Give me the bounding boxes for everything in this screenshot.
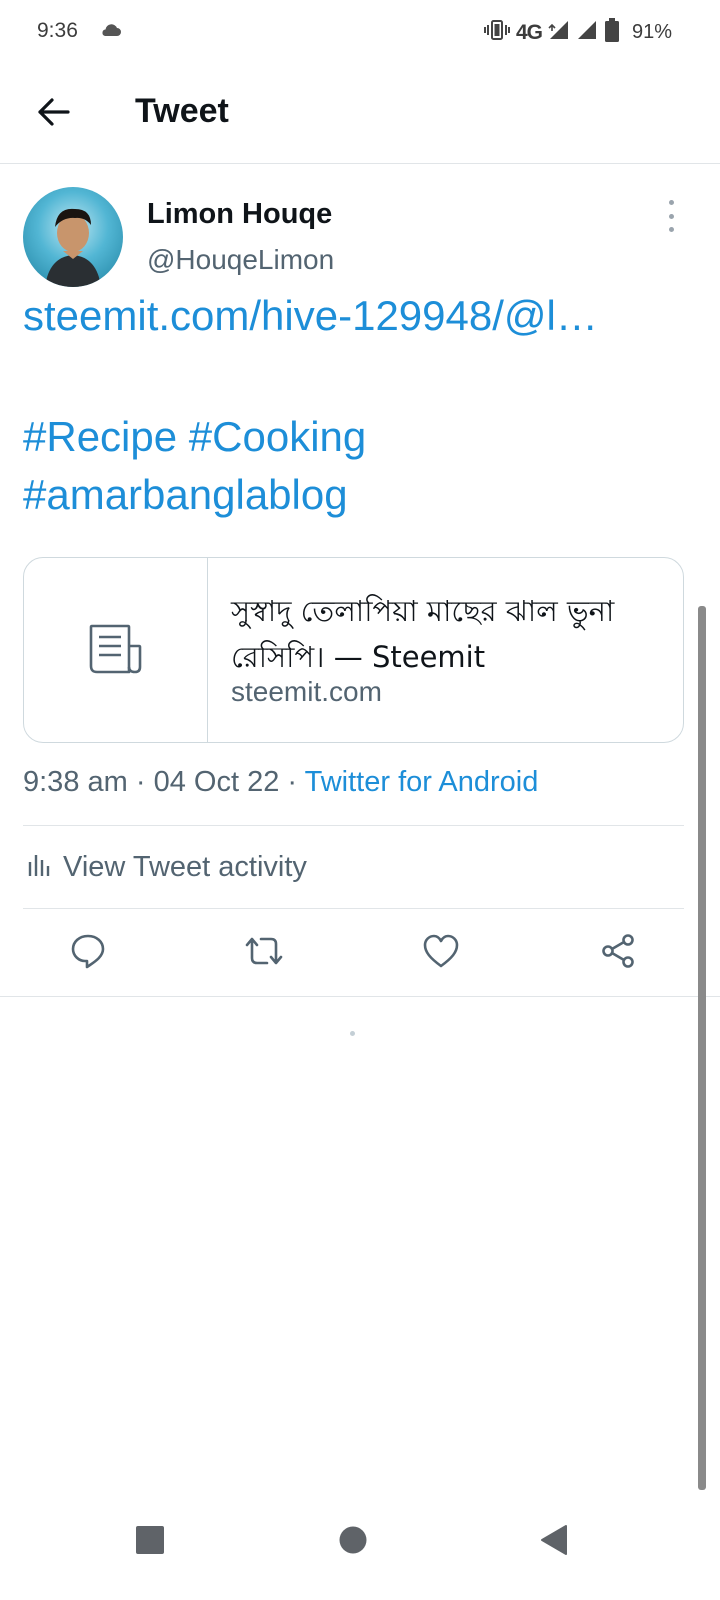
reply-icon [69, 932, 107, 975]
reply-button[interactable] [66, 931, 110, 975]
meta-separator: · [135, 766, 146, 798]
cloud-icon [100, 22, 122, 43]
link-preview-card[interactable]: সুস্বাদু তেলাপিয়া মাছের ঝাল ভুনা রেসিপি… [23, 557, 684, 743]
tweet-source-link[interactable]: Twitter for Android [305, 766, 539, 798]
card-title: সুস্বাদু তেলাপিয়া মাছের ঝাল ভুনা রেসিপি… [231, 594, 615, 674]
recents-square-icon [135, 1525, 165, 1560]
page-title: Tweet [135, 92, 229, 130]
avatar[interactable] [23, 187, 123, 287]
more-dot [668, 227, 674, 232]
navigation-bar [0, 1490, 720, 1600]
loading-indicator [350, 1031, 355, 1036]
scrollbar[interactable] [698, 606, 706, 1490]
tweet-meta: 9:38 am · 04 Oct 22 · Twitter for Androi… [23, 766, 538, 799]
card-domain: steemit.com [231, 676, 382, 707]
tweet-actions [0, 909, 720, 997]
like-icon [422, 933, 460, 974]
back-button[interactable] [30, 91, 76, 137]
activity-label: View Tweet activity [63, 850, 307, 883]
header: Tweet [0, 64, 720, 164]
battery-icon [604, 18, 620, 47]
tweet-time: 9:38 am [23, 766, 128, 798]
tweet-link[interactable]: steemit.com/hive-129948/@l… [23, 292, 683, 340]
hashtag-recipe[interactable]: #Recipe [23, 413, 177, 460]
status-time: 9:36 [37, 19, 78, 42]
more-dot [668, 213, 674, 219]
more-vertical-icon [668, 200, 674, 205]
signal-icon [548, 19, 570, 46]
home-circle-icon [338, 1525, 368, 1560]
battery-percent: 91% [631, 21, 672, 43]
meta-separator: · [287, 766, 298, 798]
view-tweet-activity-button[interactable]: View Tweet activity [23, 826, 684, 908]
back-nav-button[interactable] [524, 1512, 584, 1572]
home-button[interactable] [323, 1512, 383, 1572]
card-thumbnail [24, 558, 208, 742]
analytics-icon [23, 850, 53, 885]
back-triangle-icon [539, 1524, 569, 1561]
tweet-date: 04 Oct 22 [153, 766, 280, 798]
display-name[interactable]: Limon Houqe [147, 198, 332, 231]
article-icon [89, 624, 143, 679]
signal-icon [576, 19, 598, 46]
hashtag-amarbanglablog[interactable]: #amarbanglablog [23, 471, 348, 518]
like-button[interactable] [419, 931, 463, 975]
user-handle[interactable]: @HouqeLimon [147, 244, 334, 276]
hashtags: #Recipe #Cooking #amarbanglablog [23, 408, 683, 524]
arrow-left-icon [36, 97, 70, 132]
retweet-button[interactable] [242, 931, 286, 975]
hashtag-cooking[interactable]: #Cooking [189, 413, 366, 460]
retweet-icon [243, 932, 285, 975]
more-options-button[interactable] [656, 200, 686, 232]
share-button[interactable] [596, 931, 640, 975]
status-bar: 9:36 4G 91% [0, 0, 720, 64]
share-icon [599, 932, 637, 975]
network-type: 4G [515, 20, 543, 44]
status-indicators: 4G 91% [483, 18, 672, 47]
recents-button[interactable] [120, 1512, 180, 1572]
vibrate-icon [483, 19, 510, 46]
